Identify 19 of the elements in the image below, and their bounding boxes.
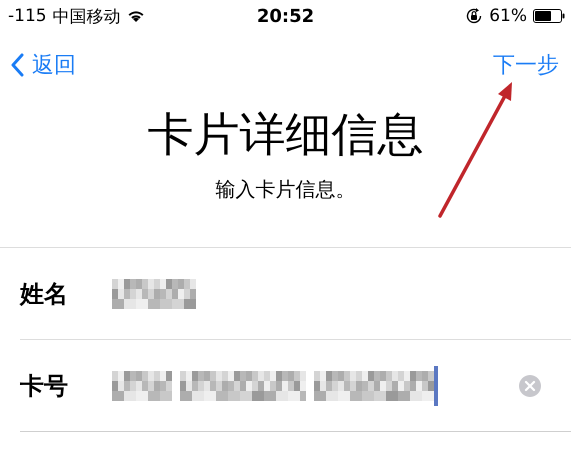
field-label: 卡号 (20, 370, 69, 402)
field-label: 姓名 (20, 278, 69, 310)
next-button[interactable]: 下一步 (493, 50, 559, 80)
page-title: 卡片详细信息 (146, 106, 424, 163)
battery-icon (533, 9, 565, 23)
chevron-left-icon (10, 53, 24, 77)
page-subtitle: 输入卡片信息。 (214, 176, 356, 203)
wifi-icon (126, 9, 145, 23)
rotation-lock-icon (465, 7, 484, 25)
battery-percentage: 61% (489, 6, 527, 26)
form-row[interactable]: 姓名 (20, 248, 571, 340)
back-button[interactable]: 返回 (10, 50, 76, 80)
form-row[interactable]: 卡号 (20, 340, 571, 432)
text-cursor (434, 366, 438, 406)
pixelated-text (112, 370, 172, 400)
carrier-name: 中国移动 (52, 6, 121, 28)
clock-time: 20:52 (256, 6, 314, 26)
clear-icon[interactable] (519, 374, 541, 396)
signal-strength: -115 (8, 6, 47, 26)
